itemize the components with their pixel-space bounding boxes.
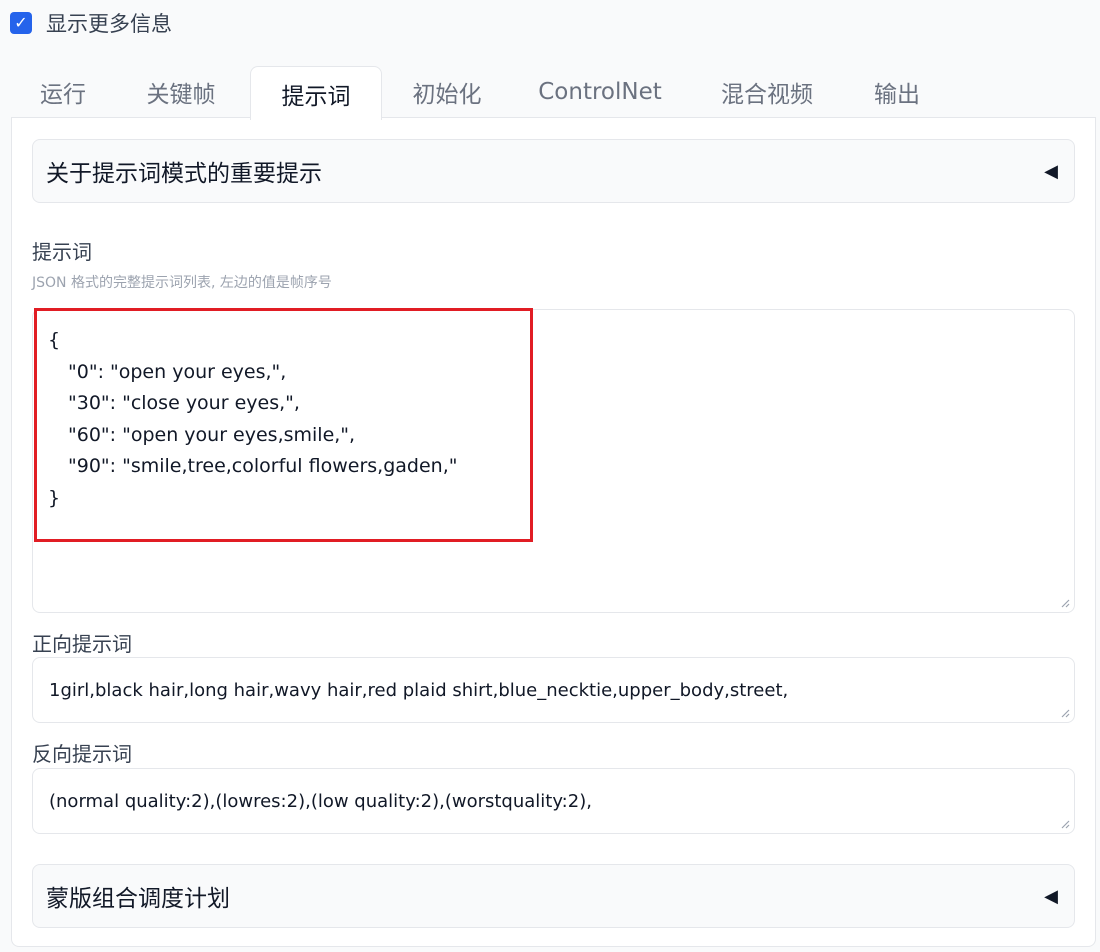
collapse-arrow-icon[interactable]: ◀ xyxy=(1044,886,1058,907)
json-line: "60": "open your eyes,smile,", xyxy=(68,424,356,446)
collapse-arrow-icon[interactable]: ◀ xyxy=(1044,161,1058,182)
tab-keyframes[interactable]: 关键帧 xyxy=(129,66,233,118)
json-line: } xyxy=(48,487,61,509)
json-line: "90": "smile,tree,colorful flowers,gaden… xyxy=(68,455,458,477)
tab-controlnet[interactable]: ControlNet xyxy=(525,66,675,118)
tab-prompts[interactable]: 提示词 xyxy=(250,66,382,120)
negative-prompt-textarea[interactable]: (normal quality:2),(lowres:2),(low quali… xyxy=(32,768,1075,834)
negative-prompt-value: (normal quality:2),(lowres:2),(low quali… xyxy=(49,790,592,812)
show-more-info-label: 显示更多信息 xyxy=(46,12,172,36)
resize-handle-icon[interactable] xyxy=(1060,819,1070,829)
resize-handle-icon[interactable] xyxy=(1060,708,1070,718)
accordion-title: 蒙版组合调度计划 xyxy=(46,886,230,912)
tab-bar: 运行 关键帧 提示词 初始化 ControlNet 混合视频 输出 xyxy=(11,66,1097,120)
json-line: "0": "open your eyes,", xyxy=(68,361,287,383)
show-more-info-toggle[interactable]: ✓ 显示更多信息 xyxy=(10,8,172,38)
prompt-mode-notes-accordion[interactable]: 关于提示词模式的重要提示 ◀ xyxy=(32,139,1075,203)
json-line: { xyxy=(48,329,61,351)
negative-prompt-label: 反向提示词 xyxy=(32,742,132,766)
json-line: "30": "close your eyes,", xyxy=(68,392,300,414)
check-icon: ✓ xyxy=(14,13,28,32)
positive-prompt-label: 正向提示词 xyxy=(32,632,132,656)
prompts-label: 提示词 xyxy=(32,240,92,264)
prompts-panel: 关于提示词模式的重要提示 ◀ 提示词 JSON 格式的完整提示词列表, 左边的值… xyxy=(11,117,1096,947)
tab-hybrid-video[interactable]: 混合视频 xyxy=(699,66,835,118)
positive-prompt-textarea[interactable]: 1girl,black hair,long hair,wavy hair,red… xyxy=(32,657,1075,723)
prompts-info: JSON 格式的完整提示词列表, 左边的值是帧序号 xyxy=(32,275,332,291)
positive-prompt-value: 1girl,black hair,long hair,wavy hair,red… xyxy=(49,679,789,701)
tab-output[interactable]: 输出 xyxy=(855,66,939,118)
accordion-title: 关于提示词模式的重要提示 xyxy=(46,161,322,187)
mask-schedule-accordion[interactable]: 蒙版组合调度计划 ◀ xyxy=(32,864,1075,928)
tab-run[interactable]: 运行 xyxy=(11,66,115,118)
tab-init[interactable]: 初始化 xyxy=(394,66,500,118)
resize-handle-icon[interactable] xyxy=(1060,598,1070,608)
checkbox[interactable]: ✓ xyxy=(10,12,32,34)
